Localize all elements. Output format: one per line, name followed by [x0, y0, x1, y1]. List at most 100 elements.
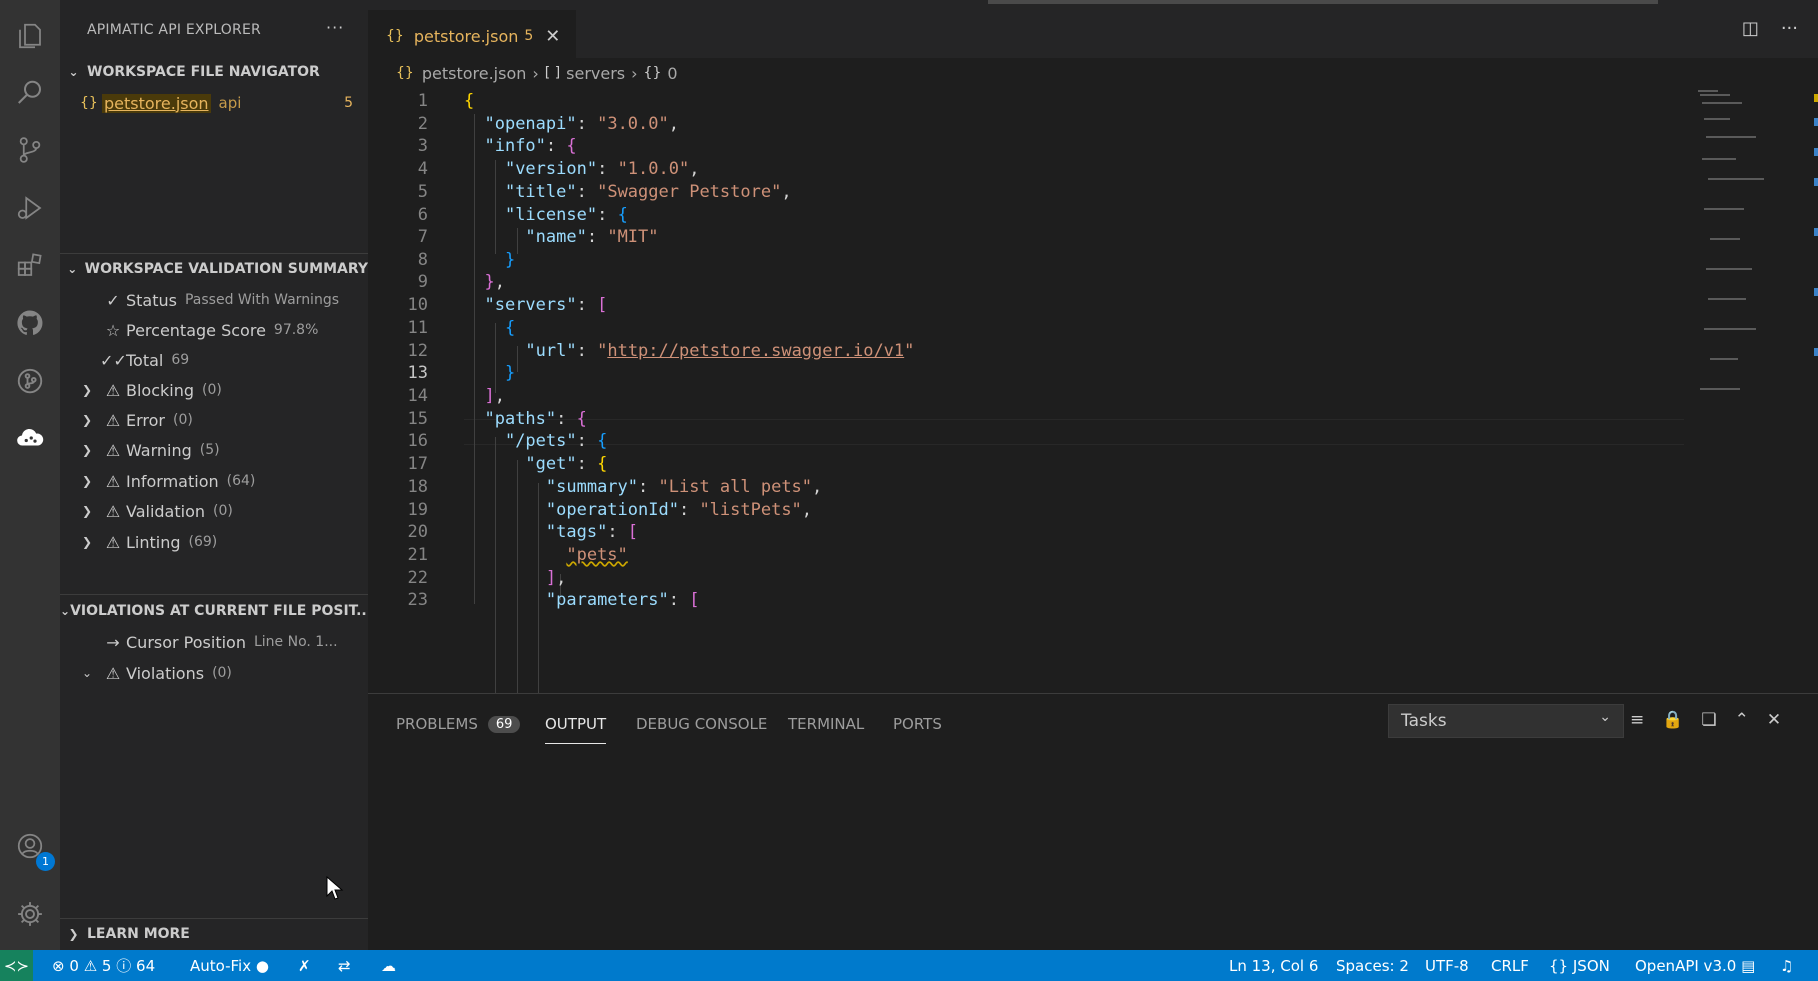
warning-icon: ⚠: [105, 410, 121, 430]
array-icon: [ ]: [544, 65, 561, 81]
chevron-down-icon: ⌄: [81, 666, 93, 680]
close-panel-icon[interactable]: ✕: [1767, 710, 1781, 730]
tab-debug-console[interactable]: DEBUG CONSOLE: [636, 704, 767, 744]
more-actions-icon[interactable]: ···: [326, 18, 344, 37]
code-text: "parameters": [: [545, 590, 700, 610]
tab-scrollbar[interactable]: [988, 0, 1658, 4]
warning-icon: ⚠: [105, 501, 121, 521]
tab-terminal[interactable]: TERMINAL: [788, 704, 864, 744]
explorer-icon[interactable]: [8, 14, 52, 58]
minimap-line: [1704, 208, 1744, 210]
breadcrumb-index[interactable]: 0: [667, 64, 677, 83]
code-editor[interactable]: 1{ 2 "openapi": "3.0.0", 3 "info": { 4 "…: [368, 88, 1818, 693]
score-row[interactable]: ☆ Percentage Score 97.8%: [60, 315, 368, 345]
total-row[interactable]: ✓✓ Total 69: [60, 345, 368, 375]
category-count: (0): [202, 382, 222, 398]
github-icon[interactable]: [8, 301, 52, 345]
json-key: "info": [484, 136, 546, 156]
file-item-petstore[interactable]: {} petstore.json api 5: [60, 88, 368, 118]
language-mode[interactable]: {} JSON: [1549, 950, 1610, 981]
more-actions-icon[interactable]: ···: [1781, 18, 1798, 39]
cloud-upload-icon[interactable]: ☁: [381, 950, 396, 981]
search-icon[interactable]: [8, 71, 52, 115]
problems-summary[interactable]: ⊗ 0 ⚠ 5 ⓘ 64: [52, 950, 155, 981]
category-label: Information: [126, 471, 219, 491]
json-file-icon: {}: [396, 65, 414, 81]
json-string: "List all pets": [658, 477, 813, 497]
total-label: Total: [126, 350, 164, 370]
category-row-information[interactable]: ❯ ⚠ Information (64): [60, 466, 368, 496]
remote-icon: ≺≻: [3, 956, 30, 975]
minimap[interactable]: [1688, 88, 1818, 693]
category-row-error[interactable]: ❯ ⚠ Error (0): [60, 405, 368, 435]
tab-output[interactable]: OUTPUT: [545, 704, 607, 744]
json-string: "3.0.0": [597, 114, 669, 134]
section-file-navigator[interactable]: ⌄ WORKSPACE FILE NAVIGATOR: [60, 57, 368, 87]
line-ending[interactable]: CRLF: [1491, 950, 1529, 981]
info-icon: ⓘ: [116, 957, 132, 975]
book-icon: ▤: [1741, 956, 1756, 975]
section-title: WORKSPACE FILE NAVIGATOR: [87, 64, 320, 80]
breadcrumb-servers[interactable]: servers: [566, 64, 625, 83]
section-learn-more[interactable]: ❯ LEARN MORE: [60, 919, 368, 949]
score-label: Percentage Score: [126, 320, 266, 340]
close-icon[interactable]: ✕: [545, 26, 560, 47]
section-validation-summary[interactable]: ⌄ WORKSPACE VALIDATION SUMMARY: [60, 254, 368, 284]
output-channel-select[interactable]: Tasks ⌄: [1388, 704, 1624, 738]
tab-petstore-json[interactable]: {} petstore.json 5 ✕: [368, 10, 576, 62]
split-editor-icon[interactable]: ◫: [1742, 18, 1759, 39]
git-graph-icon[interactable]: [8, 359, 52, 403]
file-name: petstore.json: [102, 93, 211, 113]
minimap-info-mark: [1814, 348, 1818, 356]
language-label: JSON: [1572, 956, 1610, 975]
json-key: "license": [504, 205, 598, 225]
status-value: Passed With Warnings: [184, 292, 340, 308]
status-row[interactable]: ✓ Status Passed With Warnings: [60, 285, 368, 315]
gear-icon[interactable]: [8, 892, 52, 936]
category-row-validation[interactable]: ❯ ⚠ Validation (0): [60, 496, 368, 526]
sync-icon[interactable]: ⇄: [338, 950, 351, 981]
indentation[interactable]: Spaces: 2: [1336, 950, 1409, 981]
autofix-button[interactable]: Auto-Fix ●: [190, 950, 269, 981]
lock-icon[interactable]: 🔒: [1662, 710, 1683, 730]
cursor-position-row[interactable]: → Cursor Position Line No. 1...: [60, 627, 368, 657]
total-value: 69: [171, 352, 190, 368]
tab-problems[interactable]: PROBLEMS 69: [396, 704, 521, 744]
minimap-line: [1704, 118, 1730, 120]
source-control-icon[interactable]: [8, 128, 52, 172]
category-row-blocking[interactable]: ❯ ⚠ Blocking (0): [60, 375, 368, 405]
breadcrumb-file[interactable]: petstore.json: [422, 64, 527, 83]
open-in-editor-icon[interactable]: ❏: [1701, 710, 1716, 730]
remote-indicator[interactable]: ≺≻: [0, 950, 33, 981]
json-string: "Swagger Petstore": [597, 182, 782, 202]
accounts-icon[interactable]: 1: [8, 824, 55, 871]
openapi-label: OpenAPI v3.0: [1635, 956, 1737, 975]
tools-icon[interactable]: ✗: [298, 950, 311, 981]
run-debug-icon[interactable]: [8, 186, 52, 230]
apimatic-cloud-icon[interactable]: [8, 416, 52, 460]
tab-ports[interactable]: PORTS: [893, 704, 942, 744]
bell-icon[interactable]: ♫: [1780, 950, 1793, 981]
clear-output-icon[interactable]: ≡: [1630, 710, 1644, 730]
error-icon: ⊗: [52, 956, 65, 975]
warning-icon: ⚠: [105, 440, 121, 460]
mouse-cursor-icon: [326, 876, 344, 900]
tab-label: TERMINAL: [788, 715, 865, 733]
minimap-info-mark: [1814, 178, 1818, 186]
json-file-icon: {}: [80, 95, 98, 111]
url-link[interactable]: http://petstore.swagger.io/v1: [607, 341, 904, 361]
openapi-version[interactable]: OpenAPI v3.0 ▤: [1635, 950, 1755, 981]
json-key: "parameters": [545, 590, 669, 610]
section-violations[interactable]: ⌄ VIOLATIONS AT CURRENT FILE POSIT...: [60, 596, 368, 626]
json-key: "operationId": [545, 500, 679, 520]
violations-count: (0): [212, 665, 232, 681]
extensions-icon[interactable]: [8, 243, 52, 287]
cursor-position[interactable]: Ln 13, Col 6: [1229, 950, 1318, 981]
chevron-right-icon: ❯: [81, 535, 93, 549]
category-row-linting[interactable]: ❯ ⚠ Linting (69): [60, 527, 368, 557]
violations-row[interactable]: ⌄ ⚠ Violations (0): [60, 658, 368, 688]
minimap-info-mark: [1814, 288, 1818, 296]
category-row-warning[interactable]: ❯ ⚠ Warning (5): [60, 435, 368, 465]
maximize-panel-icon[interactable]: ⌃: [1735, 710, 1749, 730]
encoding[interactable]: UTF-8: [1425, 950, 1469, 981]
